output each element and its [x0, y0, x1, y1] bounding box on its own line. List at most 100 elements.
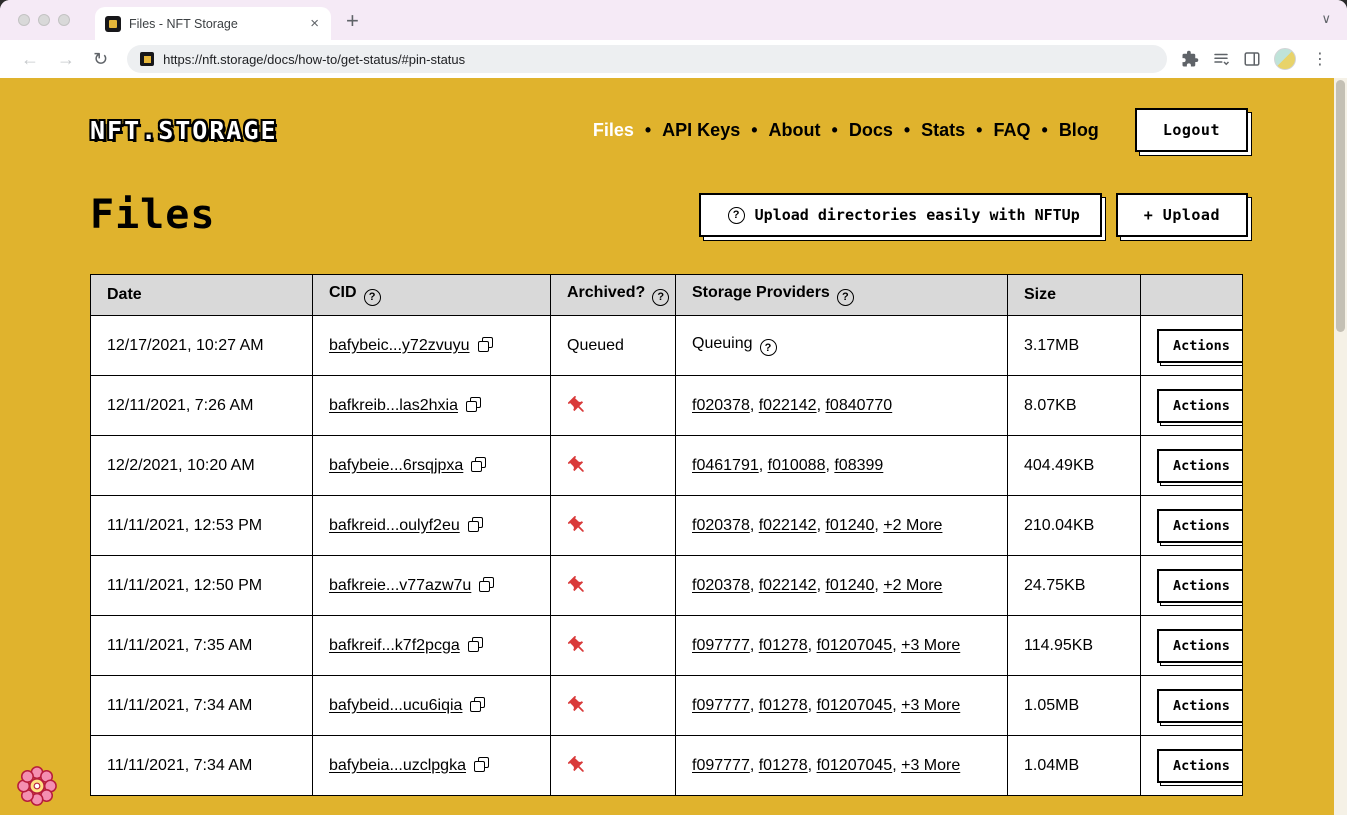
- side-panel-icon[interactable]: [1243, 50, 1261, 68]
- address-bar[interactable]: https://nft.storage/docs/how-to/get-stat…: [127, 45, 1167, 73]
- back-icon[interactable]: ←: [12, 50, 48, 68]
- actions-button[interactable]: Actions: [1157, 509, 1243, 543]
- provider-link[interactable]: f01207045: [817, 637, 893, 654]
- browser-tab[interactable]: Files - NFT Storage ×: [95, 7, 331, 40]
- nav-item-about[interactable]: About: [769, 120, 821, 141]
- close-tab-icon[interactable]: ×: [308, 16, 321, 31]
- cid-link[interactable]: bafkreid...oulyf2eu: [329, 517, 460, 534]
- reload-icon[interactable]: ↻: [84, 50, 117, 68]
- provider-link[interactable]: f01278: [759, 697, 808, 714]
- tab-search-chevron-icon[interactable]: ∨: [1321, 11, 1331, 27]
- copy-icon[interactable]: [474, 757, 489, 772]
- cid-link[interactable]: bafybeic...y72zvuyu: [329, 337, 470, 354]
- scrollbar-thumb[interactable]: [1336, 80, 1345, 332]
- actions-button[interactable]: Actions: [1157, 389, 1243, 423]
- provider-link[interactable]: f01240: [825, 517, 874, 534]
- copy-icon[interactable]: [468, 517, 483, 532]
- provider-link[interactable]: f0461791: [692, 457, 759, 474]
- actions-cell: Actions: [1141, 496, 1243, 556]
- more-providers-link[interactable]: +2 More: [883, 577, 942, 594]
- actions-button[interactable]: Actions: [1157, 629, 1243, 663]
- more-providers-link[interactable]: +3 More: [901, 637, 960, 654]
- files-table-body: 12/17/2021, 10:27 AMbafybeic...y72zvuyuQ…: [91, 316, 1243, 796]
- provider-link[interactable]: f0840770: [825, 397, 892, 414]
- provider-link[interactable]: f097777: [692, 757, 750, 774]
- cid-link[interactable]: bafybeie...6rsqjpxa: [329, 457, 463, 474]
- files-table-wrap: Date CID? Archived?? Storage Providers? …: [90, 274, 1347, 796]
- file-cid-cell: bafybeic...y72zvuyu: [313, 316, 551, 376]
- reading-list-icon[interactable]: [1212, 50, 1230, 68]
- storage-providers-cell: f0461791, f010088, f08399: [676, 436, 1008, 496]
- copy-icon[interactable]: [470, 697, 485, 712]
- cid-link[interactable]: bafybeid...ucu6iqia: [329, 697, 462, 714]
- more-providers-link[interactable]: +3 More: [901, 697, 960, 714]
- feedback-flower-icon[interactable]: [16, 765, 58, 807]
- provider-link[interactable]: f097777: [692, 637, 750, 654]
- help-icon[interactable]: ?: [837, 289, 854, 306]
- nav-item-stats[interactable]: Stats: [921, 120, 965, 141]
- more-providers-link[interactable]: +2 More: [883, 517, 942, 534]
- cid-link[interactable]: bafkreib...las2hxia: [329, 397, 458, 414]
- file-size-cell: 1.04MB: [1008, 736, 1141, 796]
- logout-button[interactable]: Logout: [1135, 108, 1248, 152]
- actions-button[interactable]: Actions: [1157, 749, 1243, 783]
- cid-link[interactable]: bafybeia...uzclpgka: [329, 757, 466, 774]
- copy-icon[interactable]: [468, 637, 483, 652]
- more-providers-link[interactable]: +3 More: [901, 757, 960, 774]
- help-icon[interactable]: ?: [652, 289, 669, 306]
- nav-item-blog[interactable]: Blog: [1059, 120, 1099, 141]
- close-window-button[interactable]: [18, 14, 30, 26]
- tab-title: Files - NFT Storage: [129, 17, 300, 31]
- storage-providers-cell: Queuing?: [676, 316, 1008, 376]
- provider-link[interactable]: f08399: [834, 457, 883, 474]
- provider-link[interactable]: f01240: [825, 577, 874, 594]
- files-table: Date CID? Archived?? Storage Providers? …: [90, 274, 1243, 796]
- provider-link[interactable]: f022142: [759, 517, 817, 534]
- copy-icon[interactable]: [479, 577, 494, 592]
- file-size-cell: 1.05MB: [1008, 676, 1141, 736]
- help-icon[interactable]: ?: [760, 339, 777, 356]
- actions-button[interactable]: Actions: [1157, 689, 1243, 723]
- copy-icon[interactable]: [466, 397, 481, 412]
- copy-icon[interactable]: [471, 457, 486, 472]
- upload-button[interactable]: + Upload: [1116, 193, 1248, 237]
- nav-item-files[interactable]: Files: [593, 120, 634, 141]
- provider-link[interactable]: f097777: [692, 697, 750, 714]
- profile-avatar[interactable]: [1274, 48, 1296, 70]
- cid-link[interactable]: bafkreif...k7f2pcga: [329, 637, 460, 654]
- forward-icon[interactable]: →: [48, 50, 84, 68]
- provider-link[interactable]: f01278: [759, 637, 808, 654]
- actions-button[interactable]: Actions: [1157, 329, 1243, 363]
- provider-link[interactable]: f020378: [692, 577, 750, 594]
- provider-link[interactable]: f020378: [692, 517, 750, 534]
- provider-link[interactable]: f01278: [759, 757, 808, 774]
- browser-menu-icon[interactable]: ⋮: [1309, 49, 1331, 69]
- provider-link[interactable]: f022142: [759, 577, 817, 594]
- provider-link[interactable]: f022142: [759, 397, 817, 414]
- page-scrollbar[interactable]: [1334, 78, 1347, 815]
- provider-link[interactable]: f01207045: [817, 697, 893, 714]
- new-tab-button[interactable]: +: [346, 8, 359, 34]
- nft-storage-logo[interactable]: NFT.STORAGE: [90, 116, 278, 145]
- file-size-cell: 8.07KB: [1008, 376, 1141, 436]
- actions-button[interactable]: Actions: [1157, 569, 1243, 603]
- browser-toolbar: ← → ↻ https://nft.storage/docs/how-to/ge…: [0, 40, 1347, 78]
- nftup-button[interactable]: ? Upload directories easily with NFTUp: [699, 193, 1102, 237]
- nav-item-api-keys[interactable]: API Keys: [662, 120, 740, 141]
- table-row: 12/17/2021, 10:27 AMbafybeic...y72zvuyuQ…: [91, 316, 1243, 376]
- copy-icon[interactable]: [478, 337, 493, 352]
- help-icon[interactable]: ?: [364, 289, 381, 306]
- cid-link[interactable]: bafkreie...v77azw7u: [329, 577, 471, 594]
- nav-item-docs[interactable]: Docs: [849, 120, 893, 141]
- provider-link[interactable]: f020378: [692, 397, 750, 414]
- provider-link[interactable]: f01207045: [817, 757, 893, 774]
- actions-button[interactable]: Actions: [1157, 449, 1243, 483]
- provider-link[interactable]: f010088: [768, 457, 826, 474]
- minimize-window-button[interactable]: [38, 14, 50, 26]
- maximize-window-button[interactable]: [58, 14, 70, 26]
- actions-cell: Actions: [1141, 376, 1243, 436]
- nav-item-faq[interactable]: FAQ: [993, 120, 1030, 141]
- extensions-icon[interactable]: [1181, 50, 1199, 68]
- file-size-cell: 114.95KB: [1008, 616, 1141, 676]
- nav-separator: •: [904, 120, 910, 141]
